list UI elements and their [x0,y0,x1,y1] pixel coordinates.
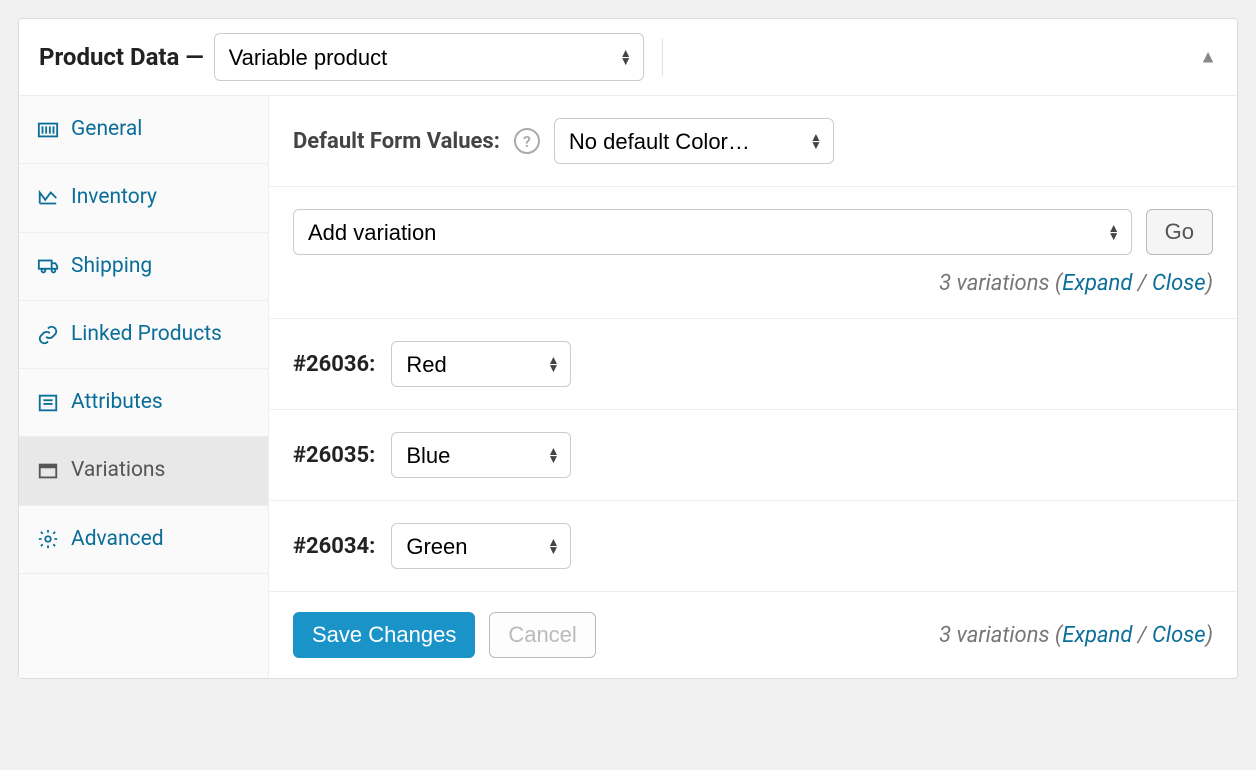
variation-id: #26034: [293,534,375,559]
panel-body: General Inventory Shipping Linked Produc… [19,96,1237,678]
variation-id: #26035: [293,443,375,468]
sidebar-tab-attributes[interactable]: Attributes [19,369,268,437]
default-form-values-label: Default Form Values: [293,129,500,154]
tab-label: Linked Products [71,321,222,348]
sidebar-tab-variations[interactable]: Variations [19,437,268,505]
tab-label: Attributes [71,389,163,416]
variation-id: #26036: [293,352,375,377]
help-icon[interactable]: ? [514,128,540,154]
product-type-select[interactable]: Variable product [214,33,644,81]
barcode-icon [37,119,59,141]
product-type-select-wrap: Variable product ▲▼ [214,33,644,81]
collapse-panel-caret-icon[interactable]: ▲ [1199,47,1217,68]
tab-label: Shipping [71,253,152,280]
variations-summary-top: 3 variations (Expand / Close) [293,271,1213,296]
tab-label: Inventory [71,184,157,211]
variations-icon [37,460,59,482]
expand-link[interactable]: Expand [1062,623,1132,648]
close-link[interactable]: Close [1152,623,1206,648]
add-variation-section: Add variation ▲▼ Go 3 variations (Expand… [269,187,1237,319]
default-color-select[interactable]: No default Color… [554,118,834,164]
gear-icon [37,528,59,550]
save-changes-button[interactable]: Save Changes [293,612,475,658]
inventory-icon [37,187,59,209]
variation-color-select[interactable]: Green [391,523,571,569]
footer: Save Changes Cancel 3 variations (Expand… [269,592,1237,678]
variations-count: 3 variations [939,623,1049,648]
panel-title: Product Data — [39,43,204,71]
panel-header: Product Data — Variable product ▲▼ ▲ [19,19,1237,96]
cancel-button[interactable]: Cancel [489,612,595,658]
go-button[interactable]: Go [1146,209,1213,255]
truck-icon [37,255,59,277]
sidebar: General Inventory Shipping Linked Produc… [19,96,269,678]
expand-link[interactable]: Expand [1062,271,1132,296]
header-divider [662,38,663,76]
variation-row[interactable]: #26035: Blue ▲▼ [269,410,1237,501]
variations-summary-bottom: 3 variations (Expand / Close) [939,623,1213,648]
link-icon [37,324,59,346]
sidebar-tab-advanced[interactable]: Advanced [19,506,268,574]
list-icon [37,392,59,414]
default-values-section: Default Form Values: ? No default Color…… [269,96,1237,187]
variation-color-select[interactable]: Blue [391,432,571,478]
tab-label: Advanced [71,526,164,553]
variation-row[interactable]: #26036: Red ▲▼ [269,319,1237,410]
tab-label: General [71,116,142,143]
sidebar-tab-general[interactable]: General [19,96,268,164]
variation-color-select[interactable]: Red [391,341,571,387]
sidebar-tab-shipping[interactable]: Shipping [19,233,268,301]
content-area: Default Form Values: ? No default Color…… [269,96,1237,678]
product-data-panel: Product Data — Variable product ▲▼ ▲ Gen… [18,18,1238,679]
add-variation-select[interactable]: Add variation [293,209,1132,255]
close-link[interactable]: Close [1152,271,1206,296]
variations-count: 3 variations [939,271,1049,296]
sidebar-tab-inventory[interactable]: Inventory [19,164,268,232]
sidebar-tab-linked-products[interactable]: Linked Products [19,301,268,369]
variation-row[interactable]: #26034: Green ▲▼ [269,501,1237,592]
tab-label: Variations [71,457,165,484]
